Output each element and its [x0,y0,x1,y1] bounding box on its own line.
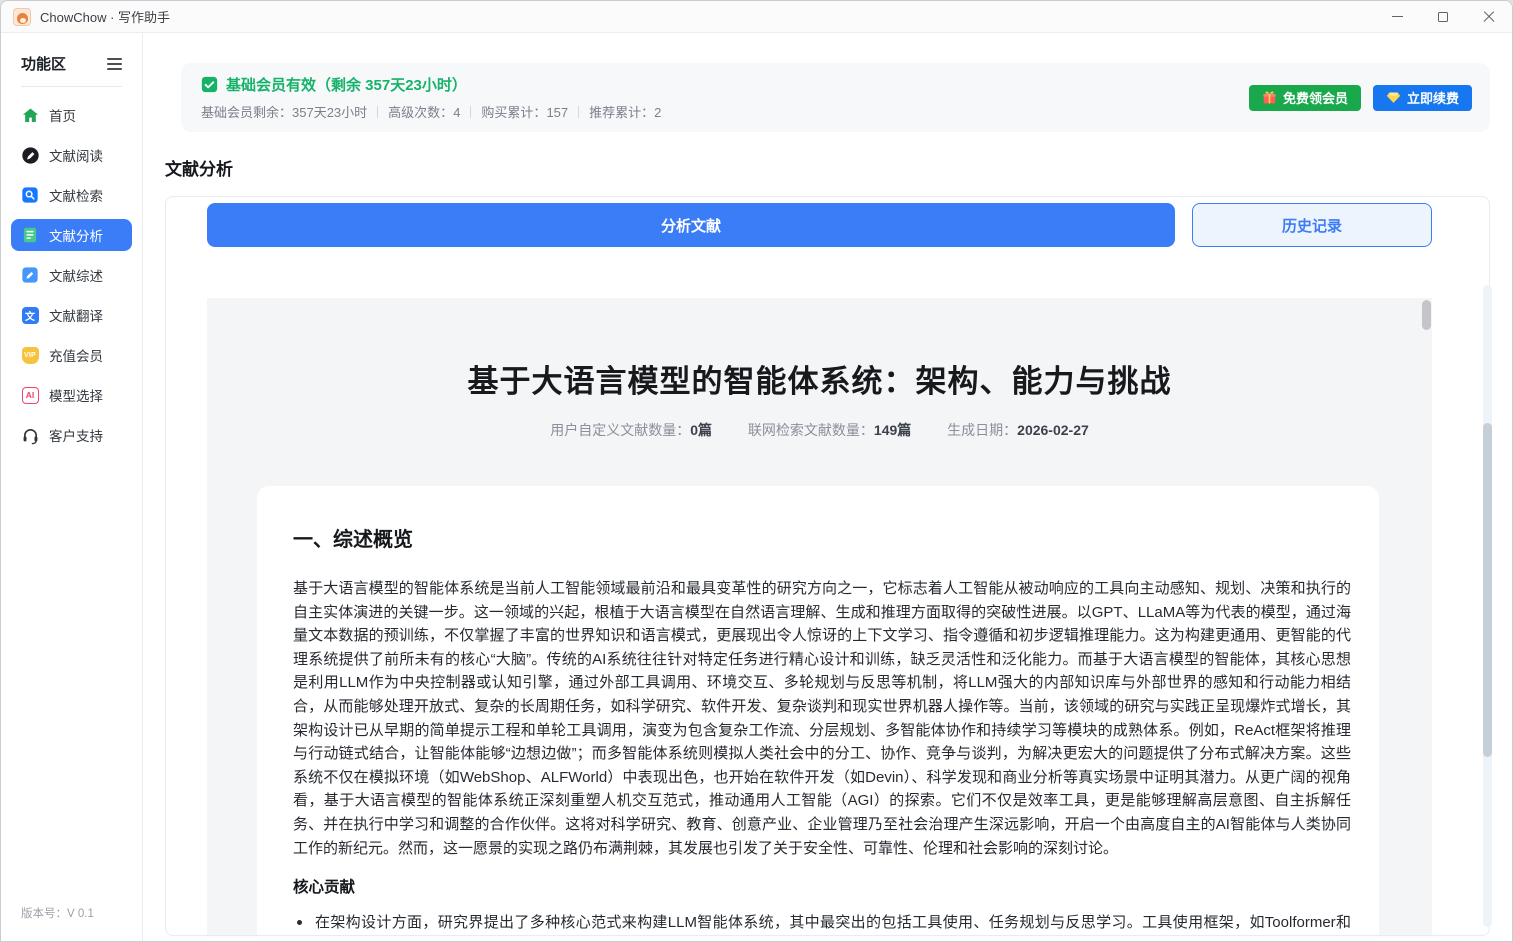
pen-circle-icon [20,145,40,165]
document-title: 基于大语言模型的智能体系统：架构、能力与挑战 [207,356,1432,401]
sidebar-item-reading[interactable]: 文献阅读 [11,139,132,171]
home-icon [20,105,40,125]
subsection-heading: 核心贡献 [293,875,1351,897]
document-scrollbar-thumb[interactable] [1422,300,1431,330]
app-window: ChowChow · 写作助手 功能区 首页 [0,0,1513,942]
sidebar-item-analysis[interactable]: 文献分析 [11,219,132,251]
section-heading: 一、综述概览 [293,523,1351,552]
close-button[interactable] [1466,1,1512,32]
minimize-button[interactable] [1374,1,1420,32]
sidebar-item-home[interactable]: 首页 [11,99,132,131]
sidebar-item-label: 模型选择 [49,385,103,405]
claim-membership-button[interactable]: 免费领会员 [1249,85,1361,111]
app-title: ChowChow · 写作助手 [40,7,170,26]
list-item: 在架构设计方面，研究界提出了多种核心范式来构建LLM智能体系统，其中最突出的包括… [293,910,1351,935]
translate-icon: 文 [22,307,39,324]
divider [21,86,122,87]
sidebar-item-translate[interactable]: 文 文献翻译 [11,299,132,331]
headset-icon [20,425,40,445]
membership-status-text: 基础会员有效（剩余 357天23小时） [226,74,467,95]
sidebar-item-vip[interactable]: VIP 充值会员 [11,339,132,371]
document-meta: 用户自定义文献数量：0篇 联网检索文献数量：149篇 生成日期：2026-02-… [207,420,1432,440]
app-logo-icon [13,8,31,26]
search-doc-icon [20,185,40,205]
sidebar-item-search[interactable]: 文献检索 [11,179,132,211]
edit-square-icon [20,265,40,285]
minimize-icon [1392,16,1403,18]
gift-icon [1262,90,1277,105]
sidebar-item-model[interactable]: AI 模型选择 [11,379,132,411]
sidebar-item-label: 文献综述 [49,265,103,285]
page-scrollbar-thumb[interactable] [1483,423,1492,757]
sidebar-item-label: 文献翻译 [49,305,103,325]
diamond-icon [1386,90,1401,105]
page-title: 文献分析 [165,155,1490,180]
sidebar-item-label: 文献阅读 [49,145,103,165]
sidebar-item-support[interactable]: 客户支持 [11,419,132,451]
sidebar-item-label: 首页 [49,105,76,125]
titlebar: ChowChow · 写作助手 [1,1,1512,33]
divider [578,106,579,118]
sidebar-item-label: 文献检索 [49,185,103,205]
sidebar-title: 功能区 [21,53,66,74]
menu-icon[interactable] [107,63,122,65]
divider [377,106,378,118]
sidebar: 功能区 首页 文献阅读 文献检索 [1,33,143,941]
renew-membership-button[interactable]: 立即续费 [1373,85,1472,111]
close-icon [1483,11,1495,23]
analysis-card: 分析文献 历史记录 基于大语言模型的智能体系统：架构、能力与挑战 用户自定义文献… [165,196,1490,936]
tab-history[interactable]: 历史记录 [1192,203,1432,247]
analysis-doc-icon [20,225,40,245]
membership-stats: 基础会员剩余：357天23小时 高级次数：4 购买累计：157 推荐累计：2 [201,102,661,121]
divider [470,106,471,118]
sidebar-item-label: 文献分析 [49,225,103,245]
vip-badge-icon: VIP [22,347,39,364]
tab-analyze-literature[interactable]: 分析文献 [207,203,1175,247]
membership-banner: 基础会员有效（剩余 357天23小时） 基础会员剩余：357天23小时 高级次数… [181,63,1490,132]
overview-section-card: 一、综述概览 基于大语言模型的智能体系统是当前人工智能领域最前沿和最具变革性的研… [257,486,1379,935]
page-scrollbar-track[interactable] [1483,285,1492,927]
sidebar-item-label: 充值会员 [49,345,103,365]
maximize-icon [1438,12,1448,22]
sidebar-item-review[interactable]: 文献综述 [11,259,132,291]
version-label: 版本号：V 0.1 [21,905,94,921]
sidebar-item-label: 客户支持 [49,425,103,445]
bullet-icon [297,920,302,925]
overview-paragraph: 基于大语言模型的智能体系统是当前人工智能领域最前沿和最具变革性的研究方向之一，它… [293,577,1351,860]
document-viewer[interactable]: 基于大语言模型的智能体系统：架构、能力与挑战 用户自定义文献数量：0篇 联网检索… [207,298,1432,935]
ai-model-icon: AI [22,387,39,404]
check-badge-icon [201,76,218,93]
maximize-button[interactable] [1420,1,1466,32]
main-content: 基础会员有效（剩余 357天23小时） 基础会员剩余：357天23小时 高级次数… [143,33,1512,941]
